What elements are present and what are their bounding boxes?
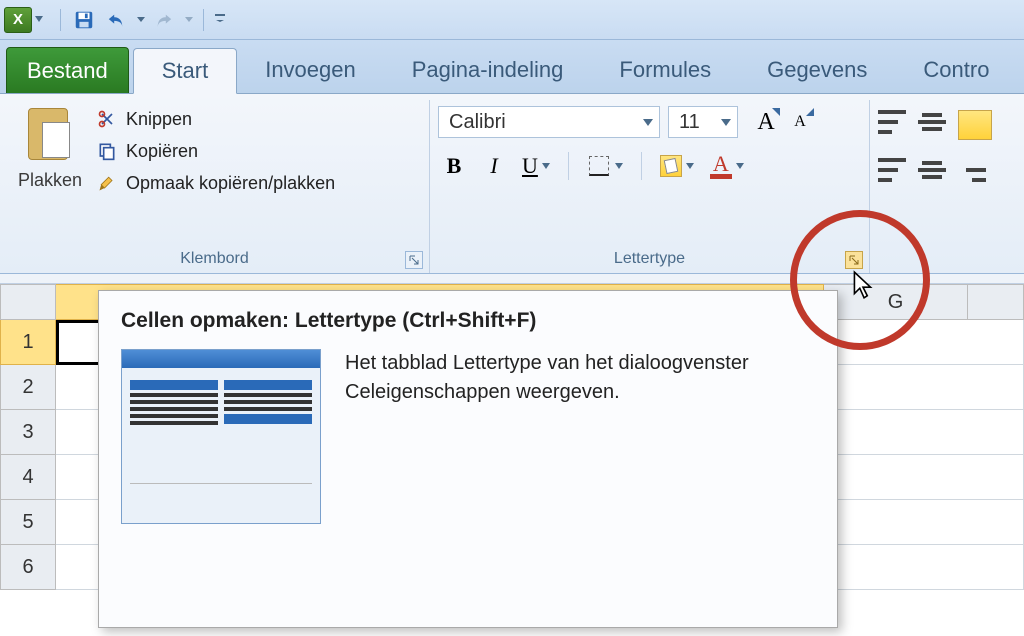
underline-button[interactable]: U bbox=[518, 148, 554, 184]
undo-button[interactable] bbox=[103, 7, 129, 33]
ribbon-tabs: Bestand Start Invoegen Pagina-indeling F… bbox=[0, 40, 1024, 94]
align-left-button[interactable] bbox=[878, 158, 906, 182]
chevron-down-icon bbox=[721, 119, 731, 126]
tab-controleren[interactable]: Contro bbox=[895, 47, 1017, 93]
chevron-down-icon bbox=[542, 163, 550, 169]
copy-icon bbox=[96, 140, 118, 162]
tab-start[interactable]: Start bbox=[133, 48, 237, 94]
chevron-down-icon[interactable] bbox=[185, 17, 193, 22]
font-color-button[interactable]: A bbox=[706, 148, 748, 184]
underline-icon: U bbox=[522, 153, 538, 179]
tab-file[interactable]: Bestand bbox=[6, 47, 129, 93]
group-label-font: Lettertype bbox=[438, 247, 861, 273]
dialog-launcher-icon bbox=[409, 255, 419, 265]
paste-icon bbox=[26, 106, 74, 164]
row-header-2[interactable]: 2 bbox=[0, 365, 56, 410]
redo-button[interactable] bbox=[151, 7, 177, 33]
column-header-next[interactable] bbox=[968, 284, 1024, 320]
chevron-down-icon bbox=[35, 16, 43, 22]
tooltip-font-dialog: Cellen opmaken: Lettertype (Ctrl+Shift+F… bbox=[98, 290, 838, 628]
formula-bar-area bbox=[0, 274, 1024, 284]
tab-formules[interactable]: Formules bbox=[591, 47, 739, 93]
group-alignment bbox=[870, 100, 1024, 273]
chevron-down-icon bbox=[686, 163, 694, 169]
align-center-button[interactable] bbox=[918, 158, 946, 182]
paste-label: Plakken bbox=[18, 170, 82, 191]
cut-button[interactable]: Knippen bbox=[96, 108, 335, 130]
borders-icon bbox=[587, 154, 611, 178]
save-button[interactable] bbox=[71, 7, 97, 33]
clipboard-dialog-launcher[interactable] bbox=[405, 251, 423, 269]
chevron-down-icon bbox=[615, 163, 623, 169]
bold-button[interactable]: B bbox=[438, 148, 470, 184]
paintbrush-icon bbox=[96, 172, 118, 194]
save-icon bbox=[73, 9, 95, 31]
column-header-g[interactable]: G bbox=[824, 284, 968, 320]
tooltip-title: Cellen opmaken: Lettertype (Ctrl+Shift+F… bbox=[121, 309, 815, 333]
font-name-value: Calibri bbox=[449, 111, 506, 134]
row-header-4[interactable]: 4 bbox=[0, 455, 56, 500]
font-size-combo[interactable]: 11 bbox=[668, 106, 738, 138]
tab-invoegen[interactable]: Invoegen bbox=[237, 47, 384, 93]
ribbon: Plakken Knippen Kopiëren bbox=[0, 94, 1024, 274]
format-painter-label: Opmaak kopiëren/plakken bbox=[126, 173, 335, 194]
fill-color-button[interactable] bbox=[656, 148, 698, 184]
group-clipboard: Plakken Knippen Kopiëren bbox=[0, 100, 430, 273]
undo-icon bbox=[105, 11, 127, 29]
font-dialog-launcher[interactable] bbox=[845, 251, 863, 269]
font-name-combo[interactable]: Calibri bbox=[438, 106, 660, 138]
tooltip-thumbnail bbox=[121, 349, 321, 524]
row-header-1[interactable]: 1 bbox=[0, 320, 56, 365]
tooltip-description: Het tabblad Lettertype van het dialoogve… bbox=[345, 349, 815, 524]
chevron-down-icon bbox=[736, 163, 744, 169]
separator bbox=[203, 9, 204, 31]
shrink-font-button[interactable]: A bbox=[784, 106, 816, 138]
dialog-launcher-icon bbox=[849, 255, 859, 265]
row-header-5[interactable]: 5 bbox=[0, 500, 56, 545]
group-label-clipboard: Klembord bbox=[8, 247, 421, 273]
chevron-down-icon[interactable] bbox=[137, 17, 145, 22]
paste-button[interactable]: Plakken bbox=[8, 102, 92, 247]
italic-button[interactable]: I bbox=[478, 148, 510, 184]
quick-access-toolbar: X bbox=[0, 0, 1024, 40]
highlight-indicator bbox=[958, 110, 992, 140]
row-header-3[interactable]: 3 bbox=[0, 410, 56, 455]
copy-label: Kopiëren bbox=[126, 141, 198, 162]
grow-font-button[interactable]: A bbox=[750, 106, 782, 138]
fill-color-icon bbox=[660, 155, 682, 177]
group-font: Calibri 11 A A bbox=[430, 100, 870, 273]
cut-label: Knippen bbox=[126, 109, 192, 130]
font-color-icon: A bbox=[710, 154, 732, 179]
font-size-value: 11 bbox=[679, 111, 700, 134]
row-headers: 1 2 3 4 5 6 bbox=[0, 320, 56, 590]
redo-icon bbox=[153, 11, 175, 29]
chevron-down-icon bbox=[643, 119, 653, 126]
excel-icon: X bbox=[13, 11, 23, 28]
format-painter-button[interactable]: Opmaak kopiëren/plakken bbox=[96, 172, 335, 194]
app-menu-button[interactable]: X bbox=[4, 7, 32, 33]
customize-qat-button[interactable] bbox=[216, 20, 224, 22]
copy-button[interactable]: Kopiëren bbox=[96, 140, 335, 162]
tab-gegevens[interactable]: Gegevens bbox=[739, 47, 895, 93]
row-header-6[interactable]: 6 bbox=[0, 545, 56, 590]
tab-pagina-indeling[interactable]: Pagina-indeling bbox=[384, 47, 592, 93]
align-middle-button[interactable] bbox=[918, 110, 946, 134]
align-right-button[interactable] bbox=[958, 158, 986, 182]
separator bbox=[60, 9, 61, 31]
align-top-button[interactable] bbox=[878, 110, 906, 134]
scissors-icon bbox=[96, 108, 118, 130]
shrink-font-icon: A bbox=[794, 113, 806, 131]
select-all-corner[interactable] bbox=[0, 284, 56, 320]
borders-button[interactable] bbox=[583, 148, 627, 184]
